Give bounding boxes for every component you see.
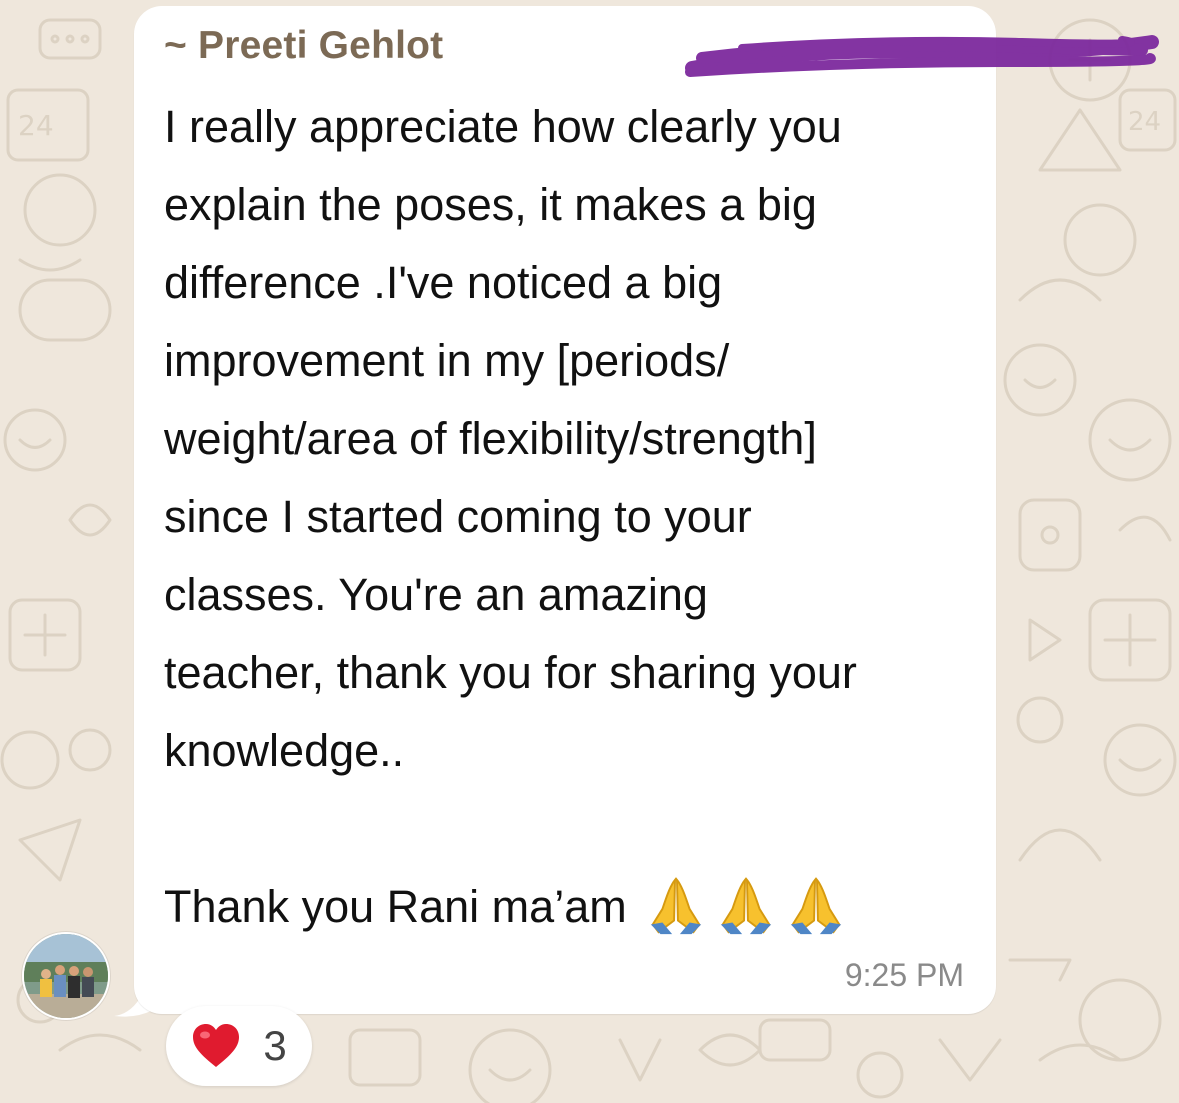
svg-text:24: 24 [18, 109, 54, 142]
redacted-phone-number [685, 35, 1159, 77]
sender-name[interactable]: ~ Preeti Gehlot [164, 24, 443, 68]
folded-hands-emoji [650, 877, 701, 935]
message-line: knowledge.. [164, 725, 405, 776]
message-text: I really appreciate how clearly you expl… [164, 88, 984, 946]
message-bubble[interactable]: ~ Preeti Gehlot I really appreciate how … [134, 6, 1159, 1014]
heart-icon [193, 1024, 240, 1067]
message-line: improvement in my [periods/ [164, 335, 730, 386]
folded-hands-emoji [790, 877, 841, 935]
message-line: teacher, thank you for sharing your [164, 647, 857, 698]
svg-text:24: 24 [1128, 107, 1161, 137]
message-signoff-row: Thank you Rani ma’am [164, 868, 984, 946]
folded-hands-emoji [720, 877, 771, 935]
sender-avatar[interactable] [22, 932, 110, 1020]
message-line: explain the poses, it makes a big [164, 179, 817, 230]
message-signoff: Thank you Rani ma’am [164, 881, 627, 932]
message-line: weight/area of flexibility/strength] [164, 413, 817, 464]
reaction-pill[interactable]: 3 [166, 1006, 312, 1086]
message-line: I really appreciate how clearly you [164, 101, 842, 152]
reaction-count: 3 [263, 1022, 287, 1069]
message-timestamp: 9:25 PM [844, 957, 964, 993]
message-line: classes. You're an amazing [164, 569, 708, 620]
message-line: since I started coming to your [164, 491, 752, 542]
message-line: difference .I've noticed a big [164, 257, 723, 308]
group-photo-avatar [24, 934, 108, 1018]
